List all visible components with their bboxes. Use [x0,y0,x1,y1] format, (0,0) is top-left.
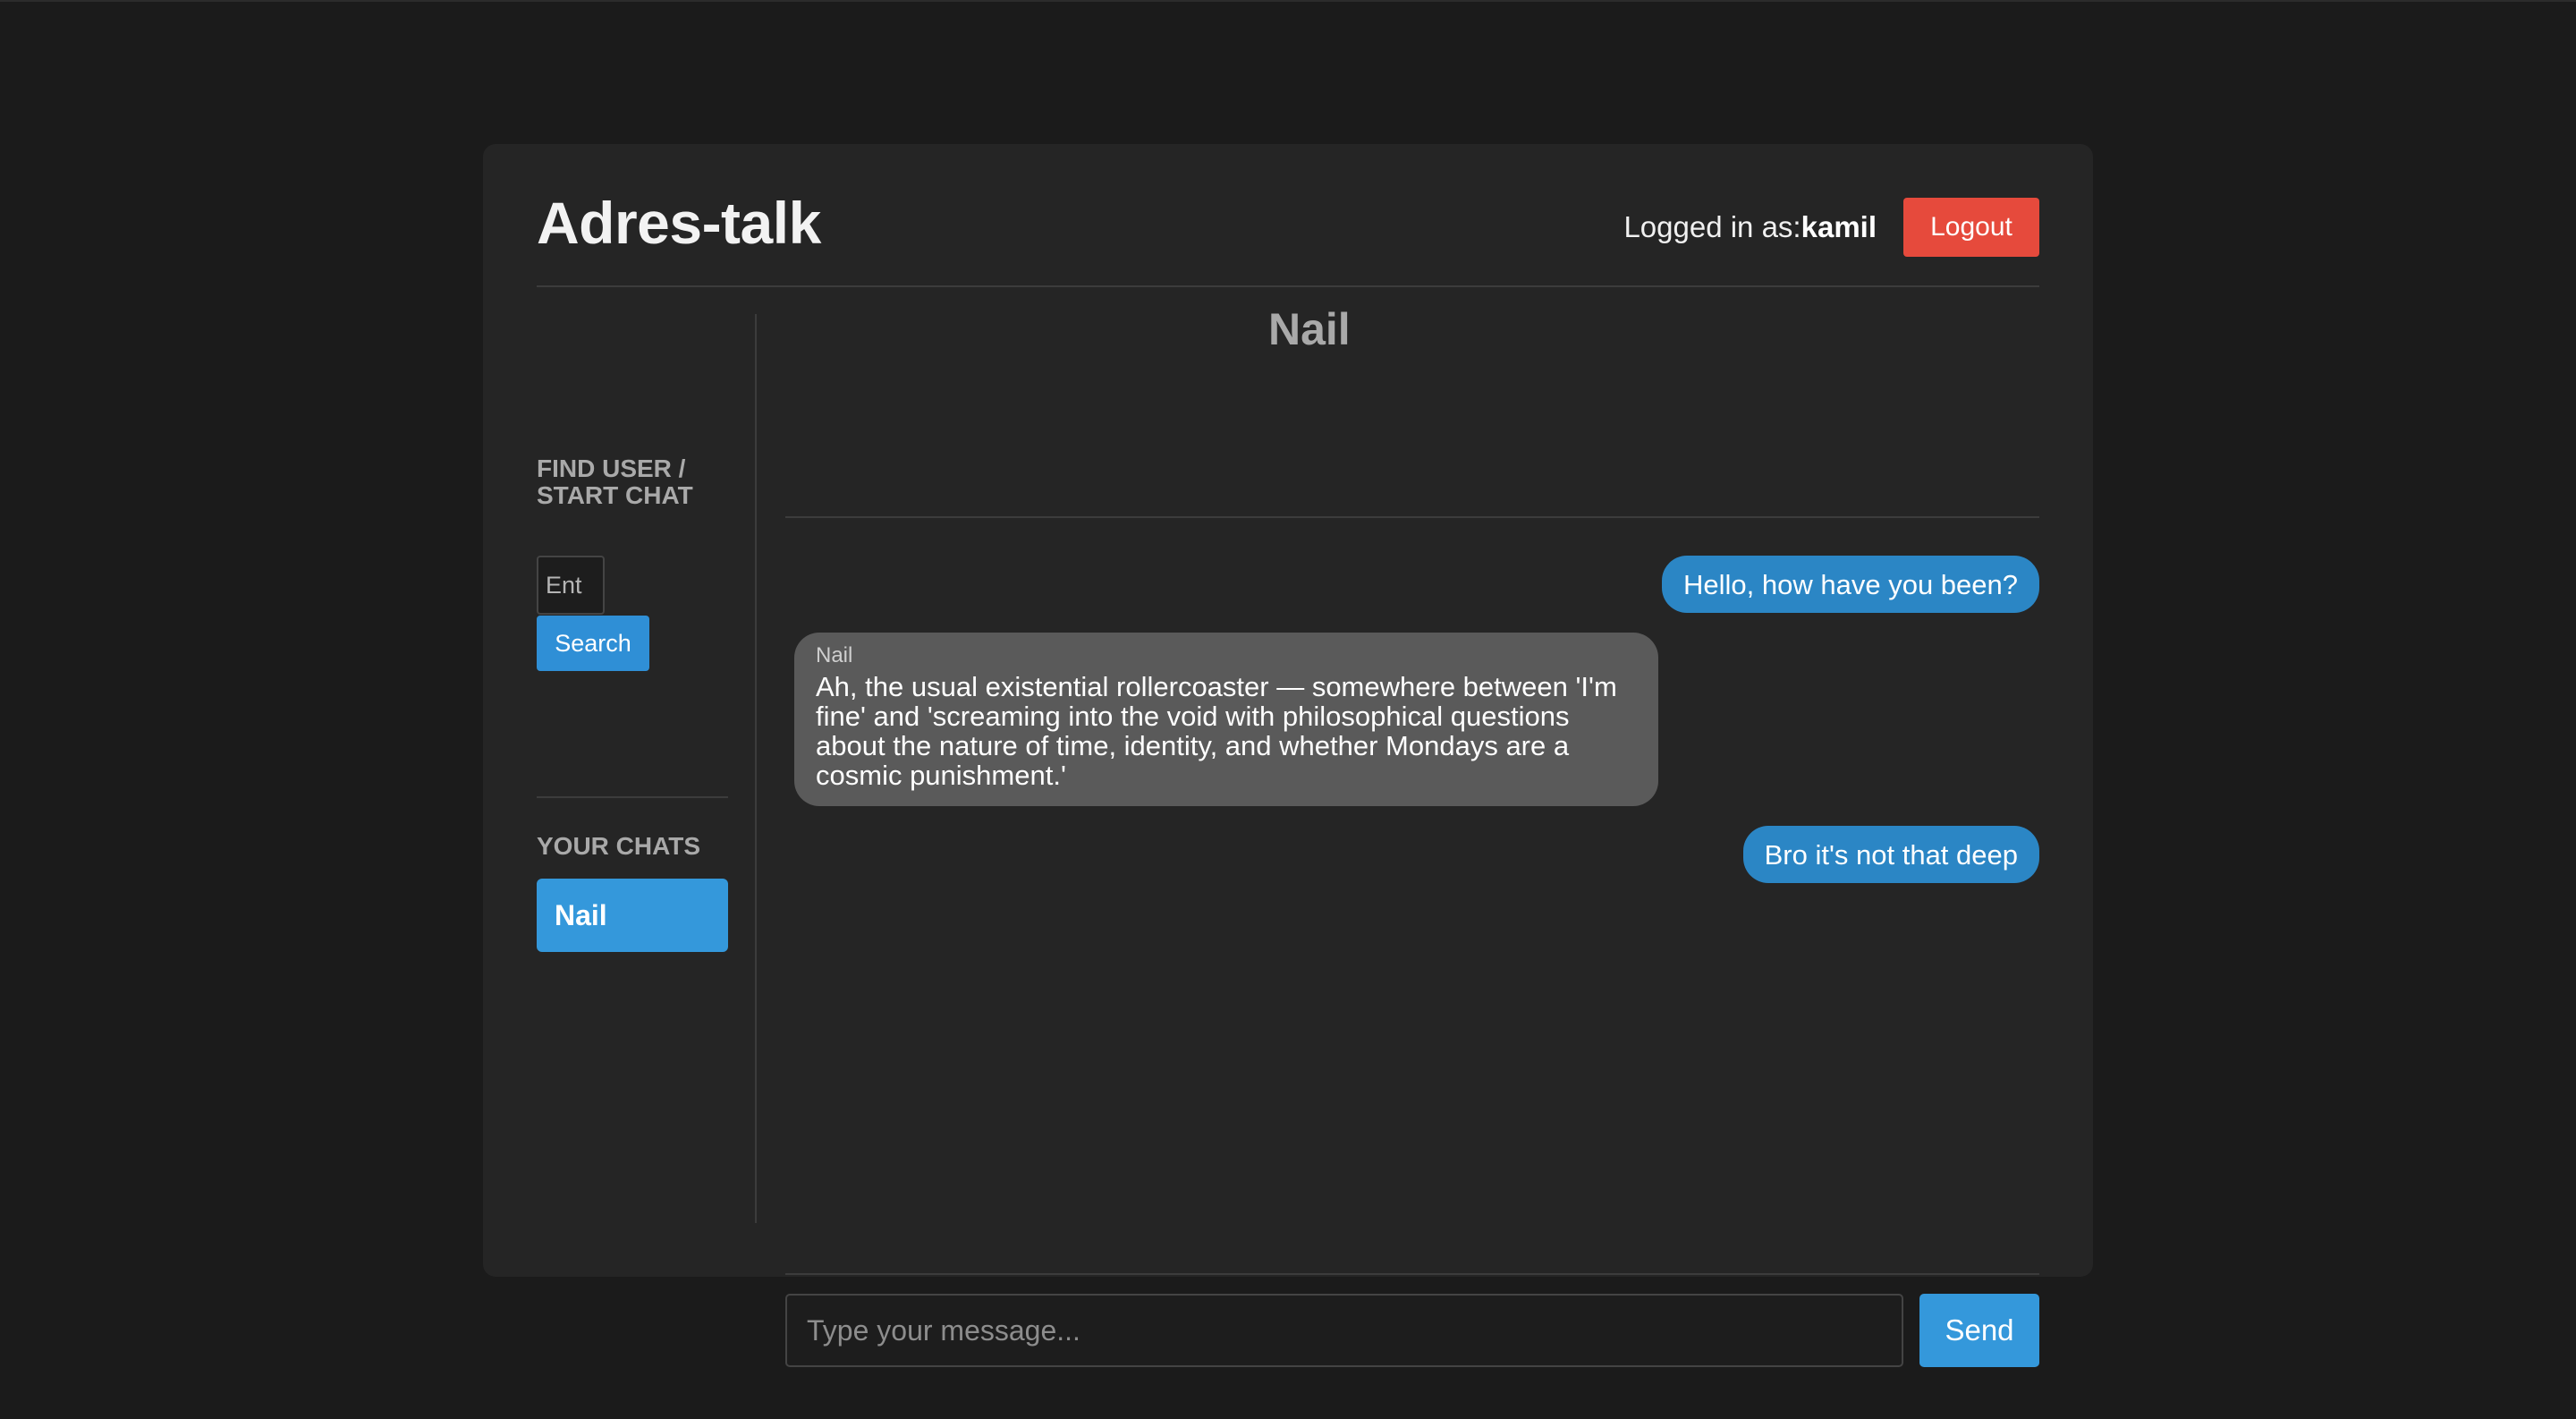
message-incoming: Nail Ah, the usual existential rollercoa… [794,633,1658,806]
sidebar-divider [537,796,728,798]
message-text: Hello, how have you been? [1683,568,2018,600]
sidebar: FIND USER / START CHAT Search YOUR CHATS… [537,314,728,1223]
message-outgoing: Hello, how have you been? [1662,556,2039,613]
app-header: Adres-talk Logged in as: kamil Logout [537,144,2039,287]
message-text: Bro it's not that deep [1764,838,2018,871]
chat-list-item-nail[interactable]: Nail [537,879,728,952]
message-sender: Nail [816,643,853,667]
logged-in-username: kamil [1801,210,1877,243]
user-search-input[interactable] [537,556,605,615]
user-info: Logged in as: kamil Logout [1623,198,2039,257]
search-button[interactable]: Search [537,616,649,671]
your-chats-title: YOUR CHATS [537,832,701,860]
find-user-title: FIND USER / START CHAT [537,455,693,509]
chat-pane: Hello, how have you been? Nail Ah, the u… [785,314,2039,1367]
pane-divider [755,314,757,1223]
composer-divider [785,1273,2039,1275]
message-input[interactable] [785,1294,1903,1367]
message-outgoing: Bro it's not that deep [1742,826,2039,883]
logged-in-label: Logged in as: [1623,210,1801,243]
send-button[interactable]: Send [1919,1294,2039,1367]
chat-header [785,314,2039,518]
app-container: Adres-talk Logged in as: kamil Logout FI… [483,144,2093,1367]
top-border [0,0,2576,2]
message-text: Ah, the usual existential rollercoaster … [816,671,1617,791]
logout-button[interactable]: Logout [1903,198,2039,257]
chat-contact-name: Nail [1268,304,1351,354]
app-title: Adres-talk [537,190,821,256]
